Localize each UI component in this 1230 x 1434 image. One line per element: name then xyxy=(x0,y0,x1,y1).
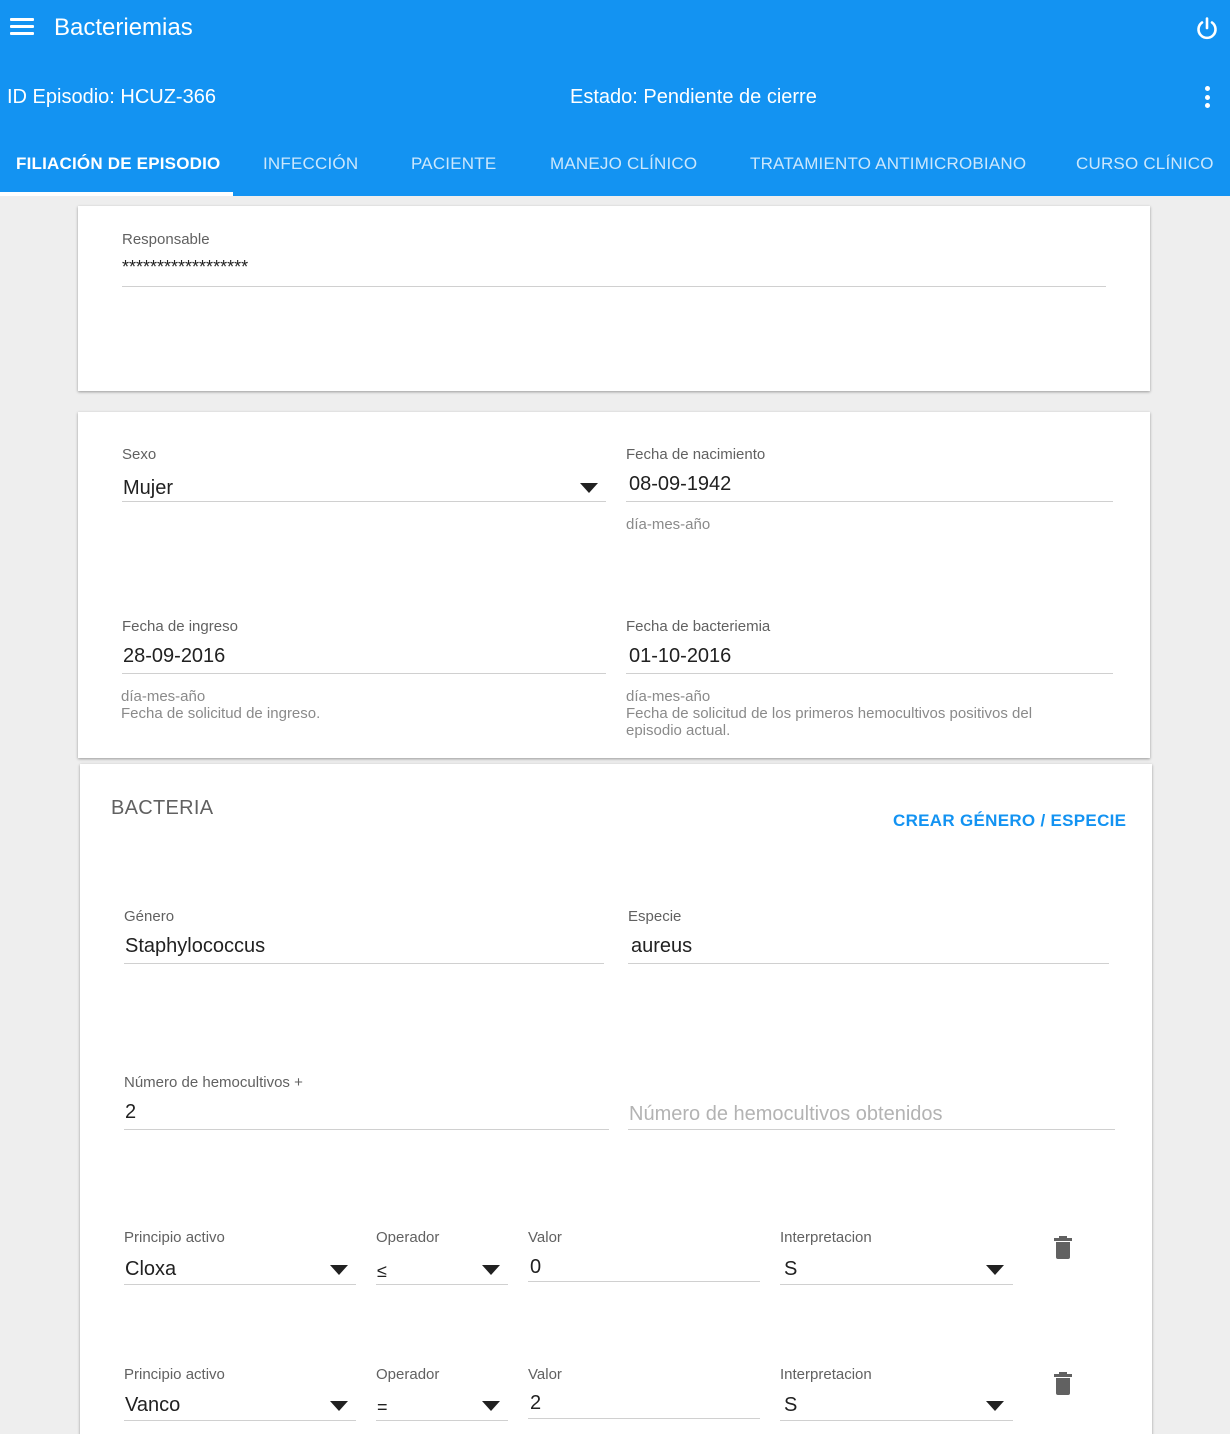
tab-curso-clinico[interactable]: CURSO CLÍNICO xyxy=(1076,152,1214,176)
operador-dropdown-icon[interactable] xyxy=(482,1401,500,1411)
valor-underline xyxy=(528,1418,760,1419)
hemocultivos-pos-label: Número de hemocultivos + xyxy=(124,1074,303,1091)
menu-icon[interactable] xyxy=(10,18,34,38)
episode-id: ID Episodio: HCUZ-366 xyxy=(7,86,216,108)
valor-underline xyxy=(528,1281,760,1282)
principio-activo-dropdown-icon[interactable] xyxy=(330,1265,348,1275)
valor-field[interactable]: 2 xyxy=(530,1390,541,1416)
active-tab-indicator xyxy=(0,192,233,196)
principio-activo-label: Principio activo xyxy=(124,1229,225,1246)
sexo-underline xyxy=(122,501,606,502)
valor-label: Valor xyxy=(528,1229,562,1246)
hemocultivos-pos-field[interactable]: 2 xyxy=(125,1099,136,1125)
genero-underline xyxy=(124,963,604,964)
fecha-bacteriemia-field[interactable]: 01-10-2016 xyxy=(629,643,731,669)
delete-icon[interactable] xyxy=(1052,1236,1074,1262)
hemocultivos-pos-underline xyxy=(124,1129,609,1130)
principio-activo-label: Principio activo xyxy=(124,1366,225,1383)
sexo-label: Sexo xyxy=(122,446,157,463)
responsable-field[interactable]: ****************** xyxy=(122,254,248,280)
fecha-bacteriemia-label: Fecha de bacteriemia xyxy=(626,618,771,635)
operador-dropdown-icon[interactable] xyxy=(482,1265,500,1275)
patient-card: Sexo Mujer Fecha de nacimiento 08-09-194… xyxy=(78,412,1150,758)
delete-icon[interactable] xyxy=(1052,1372,1074,1398)
tab-paciente[interactable]: PACIENTE xyxy=(411,152,496,176)
fecha-nacimiento-label: Fecha de nacimiento xyxy=(626,446,766,463)
tab-manejo-clinico[interactable]: MANEJO CLÍNICO xyxy=(550,152,697,176)
valor-field[interactable]: 0 xyxy=(530,1254,541,1280)
fecha-ingreso-field[interactable]: 28-09-2016 xyxy=(123,643,225,669)
valor-label: Valor xyxy=(528,1366,562,1383)
sexo-select[interactable]: Mujer xyxy=(123,475,173,501)
operador-label: Operador xyxy=(376,1229,440,1246)
especie-underline xyxy=(628,963,1109,964)
especie-field[interactable]: aureus xyxy=(631,933,692,959)
tab-infeccion[interactable]: INFECCIÓN xyxy=(263,152,358,176)
app-bar: Bacteriemias ID Episodio: HCUZ-366 Estad… xyxy=(0,0,1230,196)
interpretacion-label: Interpretacion xyxy=(780,1366,872,1383)
interpretacion-dropdown-icon[interactable] xyxy=(986,1401,1004,1411)
episode-state: Estado: Pendiente de cierre xyxy=(570,86,817,108)
fecha-nacimiento-hint: día-mes-año xyxy=(626,516,711,533)
interpretacion-select[interactable]: S xyxy=(784,1256,797,1282)
operador-underline xyxy=(376,1420,508,1421)
power-icon[interactable] xyxy=(1194,16,1220,42)
principio-activo-select[interactable]: Vanco xyxy=(125,1392,180,1418)
operador-select[interactable]: ≤ xyxy=(377,1258,387,1284)
responsable-underline xyxy=(122,286,1106,287)
operador-underline xyxy=(376,1284,508,1285)
principio-activo-select[interactable]: Cloxa xyxy=(125,1256,176,1282)
principio-activo-dropdown-icon[interactable] xyxy=(330,1401,348,1411)
especie-label: Especie xyxy=(628,908,682,925)
interpretacion-underline xyxy=(780,1420,1013,1421)
sexo-dropdown-icon[interactable] xyxy=(580,483,598,493)
bacteria-card: BACTERIA CREAR GÉNERO / ESPECIE Género S… xyxy=(80,764,1152,1434)
fecha-ingreso-hint-format: día-mes-año xyxy=(121,688,206,705)
operador-label: Operador xyxy=(376,1366,440,1383)
principio-activo-underline xyxy=(124,1284,356,1285)
interpretacion-underline xyxy=(780,1284,1013,1285)
responsable-label: Responsable xyxy=(122,231,210,248)
interpretacion-dropdown-icon[interactable] xyxy=(986,1265,1004,1275)
principio-activo-underline xyxy=(124,1420,356,1421)
fecha-bacteriemia-hint-format: día-mes-año xyxy=(626,688,711,705)
fecha-ingreso-underline xyxy=(122,673,606,674)
operador-select[interactable]: = xyxy=(377,1394,388,1420)
fecha-nacimiento-underline xyxy=(626,501,1113,502)
create-genus-species-button[interactable]: CREAR GÉNERO / ESPECIE xyxy=(893,810,1126,832)
responsable-card: Responsable ****************** xyxy=(78,206,1150,391)
app-title: Bacteriemias xyxy=(54,14,193,41)
interpretacion-select[interactable]: S xyxy=(784,1392,797,1418)
bacteria-section-title: BACTERIA xyxy=(111,797,214,819)
hemocultivos-obt-underline xyxy=(628,1129,1115,1130)
hemocultivos-obt-field[interactable]: Número de hemocultivos obtenidos xyxy=(629,1101,943,1127)
fecha-bacteriemia-underline xyxy=(626,673,1113,674)
fecha-bacteriemia-hint-desc: Fecha de solicitud de los primeros hemoc… xyxy=(626,705,1033,739)
genero-field[interactable]: Staphylococcus xyxy=(125,933,265,959)
fecha-ingreso-hint-desc: Fecha de solicitud de ingreso. xyxy=(121,705,321,722)
tab-tratamiento-antimicrobiano[interactable]: TRATAMIENTO ANTIMICROBIANO xyxy=(750,152,1026,176)
more-vert-icon[interactable] xyxy=(1198,84,1216,110)
genero-label: Género xyxy=(124,908,175,925)
interpretacion-label: Interpretacion xyxy=(780,1229,872,1246)
fecha-ingreso-label: Fecha de ingreso xyxy=(122,618,238,635)
fecha-nacimiento-field[interactable]: 08-09-1942 xyxy=(629,471,731,497)
tab-filiacion-episodio[interactable]: FILIACIÓN DE EPISODIO xyxy=(16,152,220,176)
